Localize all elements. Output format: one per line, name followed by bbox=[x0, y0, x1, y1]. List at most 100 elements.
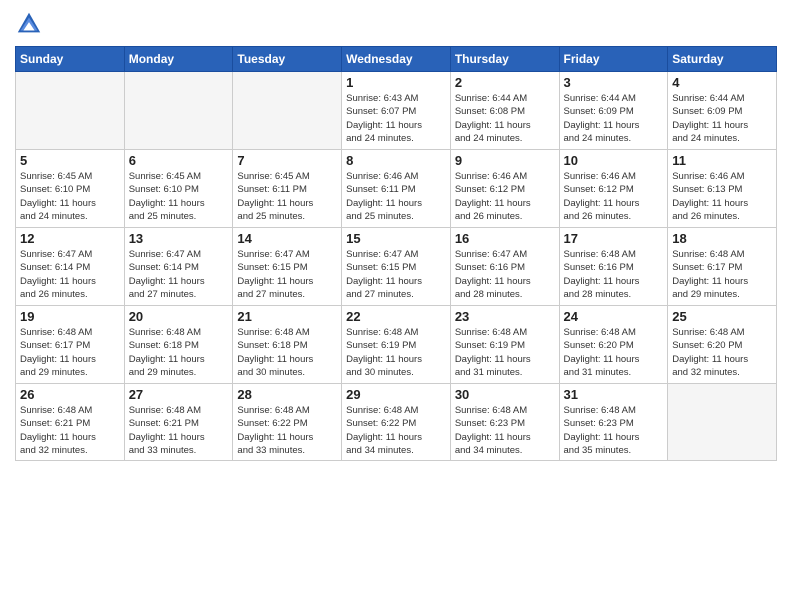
calendar-header-row: SundayMondayTuesdayWednesdayThursdayFrid… bbox=[16, 47, 777, 72]
calendar-cell: 20 Sunrise: 6:48 AM Sunset: 6:18 PM Dayli… bbox=[124, 306, 233, 384]
header bbox=[15, 10, 777, 38]
day-number: 27 bbox=[129, 387, 229, 402]
day-info: Sunrise: 6:44 AM Sunset: 6:08 PM Dayligh… bbox=[455, 92, 555, 145]
calendar-cell: 14Sunrise: 6:47 AM Sunset: 6:15 PM Dayli… bbox=[233, 228, 342, 306]
day-info: Sunrise: 6:48 AM Sunset: 6:17 PM Dayligh… bbox=[20, 326, 120, 379]
calendar-cell: 27Sunrise: 6:48 AM Sunset: 6:21 PM Dayli… bbox=[124, 384, 233, 461]
day-number: 24 bbox=[564, 309, 664, 324]
calendar-week-2: 5Sunrise: 6:45 AM Sunset: 6:10 PM Daylig… bbox=[16, 150, 777, 228]
day-info: Sunrise: 6:48 AM Sunset: 6:21 PM Dayligh… bbox=[20, 404, 120, 457]
day-number: 18 bbox=[672, 231, 772, 246]
day-number: 7 bbox=[237, 153, 337, 168]
day-info: Sunrise: 6:44 AM Sunset: 6:09 PM Dayligh… bbox=[564, 92, 664, 145]
calendar-table: SundayMondayTuesdayWednesdayThursdayFrid… bbox=[15, 46, 777, 461]
day-info: Sunrise: 6:45 AM Sunset: 6:10 PM Dayligh… bbox=[129, 170, 229, 223]
day-info: Sunrise: 6:46 AM Sunset: 6:11 PM Dayligh… bbox=[346, 170, 446, 223]
calendar-header-tuesday: Tuesday bbox=[233, 47, 342, 72]
calendar-cell: 16 Sunrise: 6:47 AM Sunset: 6:16 PM Dayli… bbox=[450, 228, 559, 306]
day-info: Sunrise: 6:48 AM Sunset: 6:16 PM Dayligh… bbox=[564, 248, 664, 301]
calendar-cell: 5Sunrise: 6:45 AM Sunset: 6:10 PM Daylig… bbox=[16, 150, 125, 228]
day-info: Sunrise: 6:44 AM Sunset: 6:09 PM Dayligh… bbox=[672, 92, 772, 145]
day-number: 25 bbox=[672, 309, 772, 324]
calendar-cell bbox=[668, 384, 777, 461]
day-info: Sunrise: 6:45 AM Sunset: 6:10 PM Dayligh… bbox=[20, 170, 120, 223]
calendar-cell: 31 Sunrise: 6:48 AM Sunset: 6:23 PM Dayli… bbox=[559, 384, 668, 461]
calendar-cell: 23 Sunrise: 6:48 AM Sunset: 6:19 PM Dayli… bbox=[450, 306, 559, 384]
day-number: 2 bbox=[455, 75, 555, 90]
day-number: 22 bbox=[346, 309, 446, 324]
calendar-cell: 6 Sunrise: 6:45 AM Sunset: 6:10 PM Daylig… bbox=[124, 150, 233, 228]
day-info: Sunrise: 6:46 AM Sunset: 6:12 PM Dayligh… bbox=[455, 170, 555, 223]
day-info: Sunrise: 6:48 AM Sunset: 6:20 PM Dayligh… bbox=[672, 326, 772, 379]
day-number: 19 bbox=[20, 309, 120, 324]
calendar-cell: 19 Sunrise: 6:48 AM Sunset: 6:17 PM Dayli… bbox=[16, 306, 125, 384]
day-info: Sunrise: 6:47 AM Sunset: 6:15 PM Dayligh… bbox=[346, 248, 446, 301]
calendar-week-1: 1Sunrise: 6:43 AM Sunset: 6:07 PM Daylig… bbox=[16, 72, 777, 150]
day-number: 21 bbox=[237, 309, 337, 324]
calendar-cell: 12 Sunrise: 6:47 AM Sunset: 6:14 PM Dayli… bbox=[16, 228, 125, 306]
day-info: Sunrise: 6:48 AM Sunset: 6:23 PM Dayligh… bbox=[455, 404, 555, 457]
day-number: 1 bbox=[346, 75, 446, 90]
day-number: 14 bbox=[237, 231, 337, 246]
calendar-cell: 15 Sunrise: 6:47 AM Sunset: 6:15 PM Dayli… bbox=[342, 228, 451, 306]
day-number: 31 bbox=[564, 387, 664, 402]
day-number: 10 bbox=[564, 153, 664, 168]
calendar-cell: 30Sunrise: 6:48 AM Sunset: 6:23 PM Dayli… bbox=[450, 384, 559, 461]
day-info: Sunrise: 6:47 AM Sunset: 6:16 PM Dayligh… bbox=[455, 248, 555, 301]
calendar-cell: 8 Sunrise: 6:46 AM Sunset: 6:11 PM Daylig… bbox=[342, 150, 451, 228]
day-number: 26 bbox=[20, 387, 120, 402]
calendar-header-thursday: Thursday bbox=[450, 47, 559, 72]
calendar-header-monday: Monday bbox=[124, 47, 233, 72]
day-number: 9 bbox=[455, 153, 555, 168]
logo-icon bbox=[15, 10, 43, 38]
day-info: Sunrise: 6:46 AM Sunset: 6:12 PM Dayligh… bbox=[564, 170, 664, 223]
day-info: Sunrise: 6:47 AM Sunset: 6:14 PM Dayligh… bbox=[20, 248, 120, 301]
calendar-header-friday: Friday bbox=[559, 47, 668, 72]
calendar-cell: 17 Sunrise: 6:48 AM Sunset: 6:16 PM Dayli… bbox=[559, 228, 668, 306]
logo bbox=[15, 10, 47, 38]
calendar-cell: 24 Sunrise: 6:48 AM Sunset: 6:20 PM Dayli… bbox=[559, 306, 668, 384]
calendar-cell: 22 Sunrise: 6:48 AM Sunset: 6:19 PM Dayli… bbox=[342, 306, 451, 384]
calendar-cell: 29 Sunrise: 6:48 AM Sunset: 6:22 PM Dayli… bbox=[342, 384, 451, 461]
day-info: Sunrise: 6:48 AM Sunset: 6:19 PM Dayligh… bbox=[346, 326, 446, 379]
day-number: 23 bbox=[455, 309, 555, 324]
day-number: 11 bbox=[672, 153, 772, 168]
day-info: Sunrise: 6:48 AM Sunset: 6:22 PM Dayligh… bbox=[346, 404, 446, 457]
day-info: Sunrise: 6:47 AM Sunset: 6:14 PM Dayligh… bbox=[129, 248, 229, 301]
day-info: Sunrise: 6:48 AM Sunset: 6:18 PM Dayligh… bbox=[129, 326, 229, 379]
calendar-cell: 1Sunrise: 6:43 AM Sunset: 6:07 PM Daylig… bbox=[342, 72, 451, 150]
day-number: 12 bbox=[20, 231, 120, 246]
day-number: 3 bbox=[564, 75, 664, 90]
calendar-header-sunday: Sunday bbox=[16, 47, 125, 72]
day-number: 28 bbox=[237, 387, 337, 402]
calendar-week-3: 12 Sunrise: 6:47 AM Sunset: 6:14 PM Dayli… bbox=[16, 228, 777, 306]
page: SundayMondayTuesdayWednesdayThursdayFrid… bbox=[0, 0, 792, 612]
day-info: Sunrise: 6:46 AM Sunset: 6:13 PM Dayligh… bbox=[672, 170, 772, 223]
calendar-cell bbox=[233, 72, 342, 150]
day-info: Sunrise: 6:45 AM Sunset: 6:11 PM Dayligh… bbox=[237, 170, 337, 223]
calendar-cell: 13 Sunrise: 6:47 AM Sunset: 6:14 PM Dayli… bbox=[124, 228, 233, 306]
day-info: Sunrise: 6:48 AM Sunset: 6:18 PM Dayligh… bbox=[237, 326, 337, 379]
calendar-cell: 9 Sunrise: 6:46 AM Sunset: 6:12 PM Daylig… bbox=[450, 150, 559, 228]
day-number: 20 bbox=[129, 309, 229, 324]
calendar-cell: 11 Sunrise: 6:46 AM Sunset: 6:13 PM Dayli… bbox=[668, 150, 777, 228]
calendar-cell: 18 Sunrise: 6:48 AM Sunset: 6:17 PM Dayli… bbox=[668, 228, 777, 306]
day-number: 8 bbox=[346, 153, 446, 168]
calendar-week-4: 19 Sunrise: 6:48 AM Sunset: 6:17 PM Dayli… bbox=[16, 306, 777, 384]
day-info: Sunrise: 6:48 AM Sunset: 6:22 PM Dayligh… bbox=[237, 404, 337, 457]
calendar-cell: 2 Sunrise: 6:44 AM Sunset: 6:08 PM Daylig… bbox=[450, 72, 559, 150]
calendar-cell: 26 Sunrise: 6:48 AM Sunset: 6:21 PM Dayli… bbox=[16, 384, 125, 461]
day-number: 15 bbox=[346, 231, 446, 246]
day-info: Sunrise: 6:48 AM Sunset: 6:23 PM Dayligh… bbox=[564, 404, 664, 457]
calendar-header-wednesday: Wednesday bbox=[342, 47, 451, 72]
day-info: Sunrise: 6:48 AM Sunset: 6:19 PM Dayligh… bbox=[455, 326, 555, 379]
day-number: 29 bbox=[346, 387, 446, 402]
day-number: 6 bbox=[129, 153, 229, 168]
day-info: Sunrise: 6:48 AM Sunset: 6:20 PM Dayligh… bbox=[564, 326, 664, 379]
day-number: 13 bbox=[129, 231, 229, 246]
day-number: 16 bbox=[455, 231, 555, 246]
calendar-cell: 7 Sunrise: 6:45 AM Sunset: 6:11 PM Daylig… bbox=[233, 150, 342, 228]
day-info: Sunrise: 6:48 AM Sunset: 6:17 PM Dayligh… bbox=[672, 248, 772, 301]
calendar-cell: 25 Sunrise: 6:48 AM Sunset: 6:20 PM Dayli… bbox=[668, 306, 777, 384]
day-number: 17 bbox=[564, 231, 664, 246]
